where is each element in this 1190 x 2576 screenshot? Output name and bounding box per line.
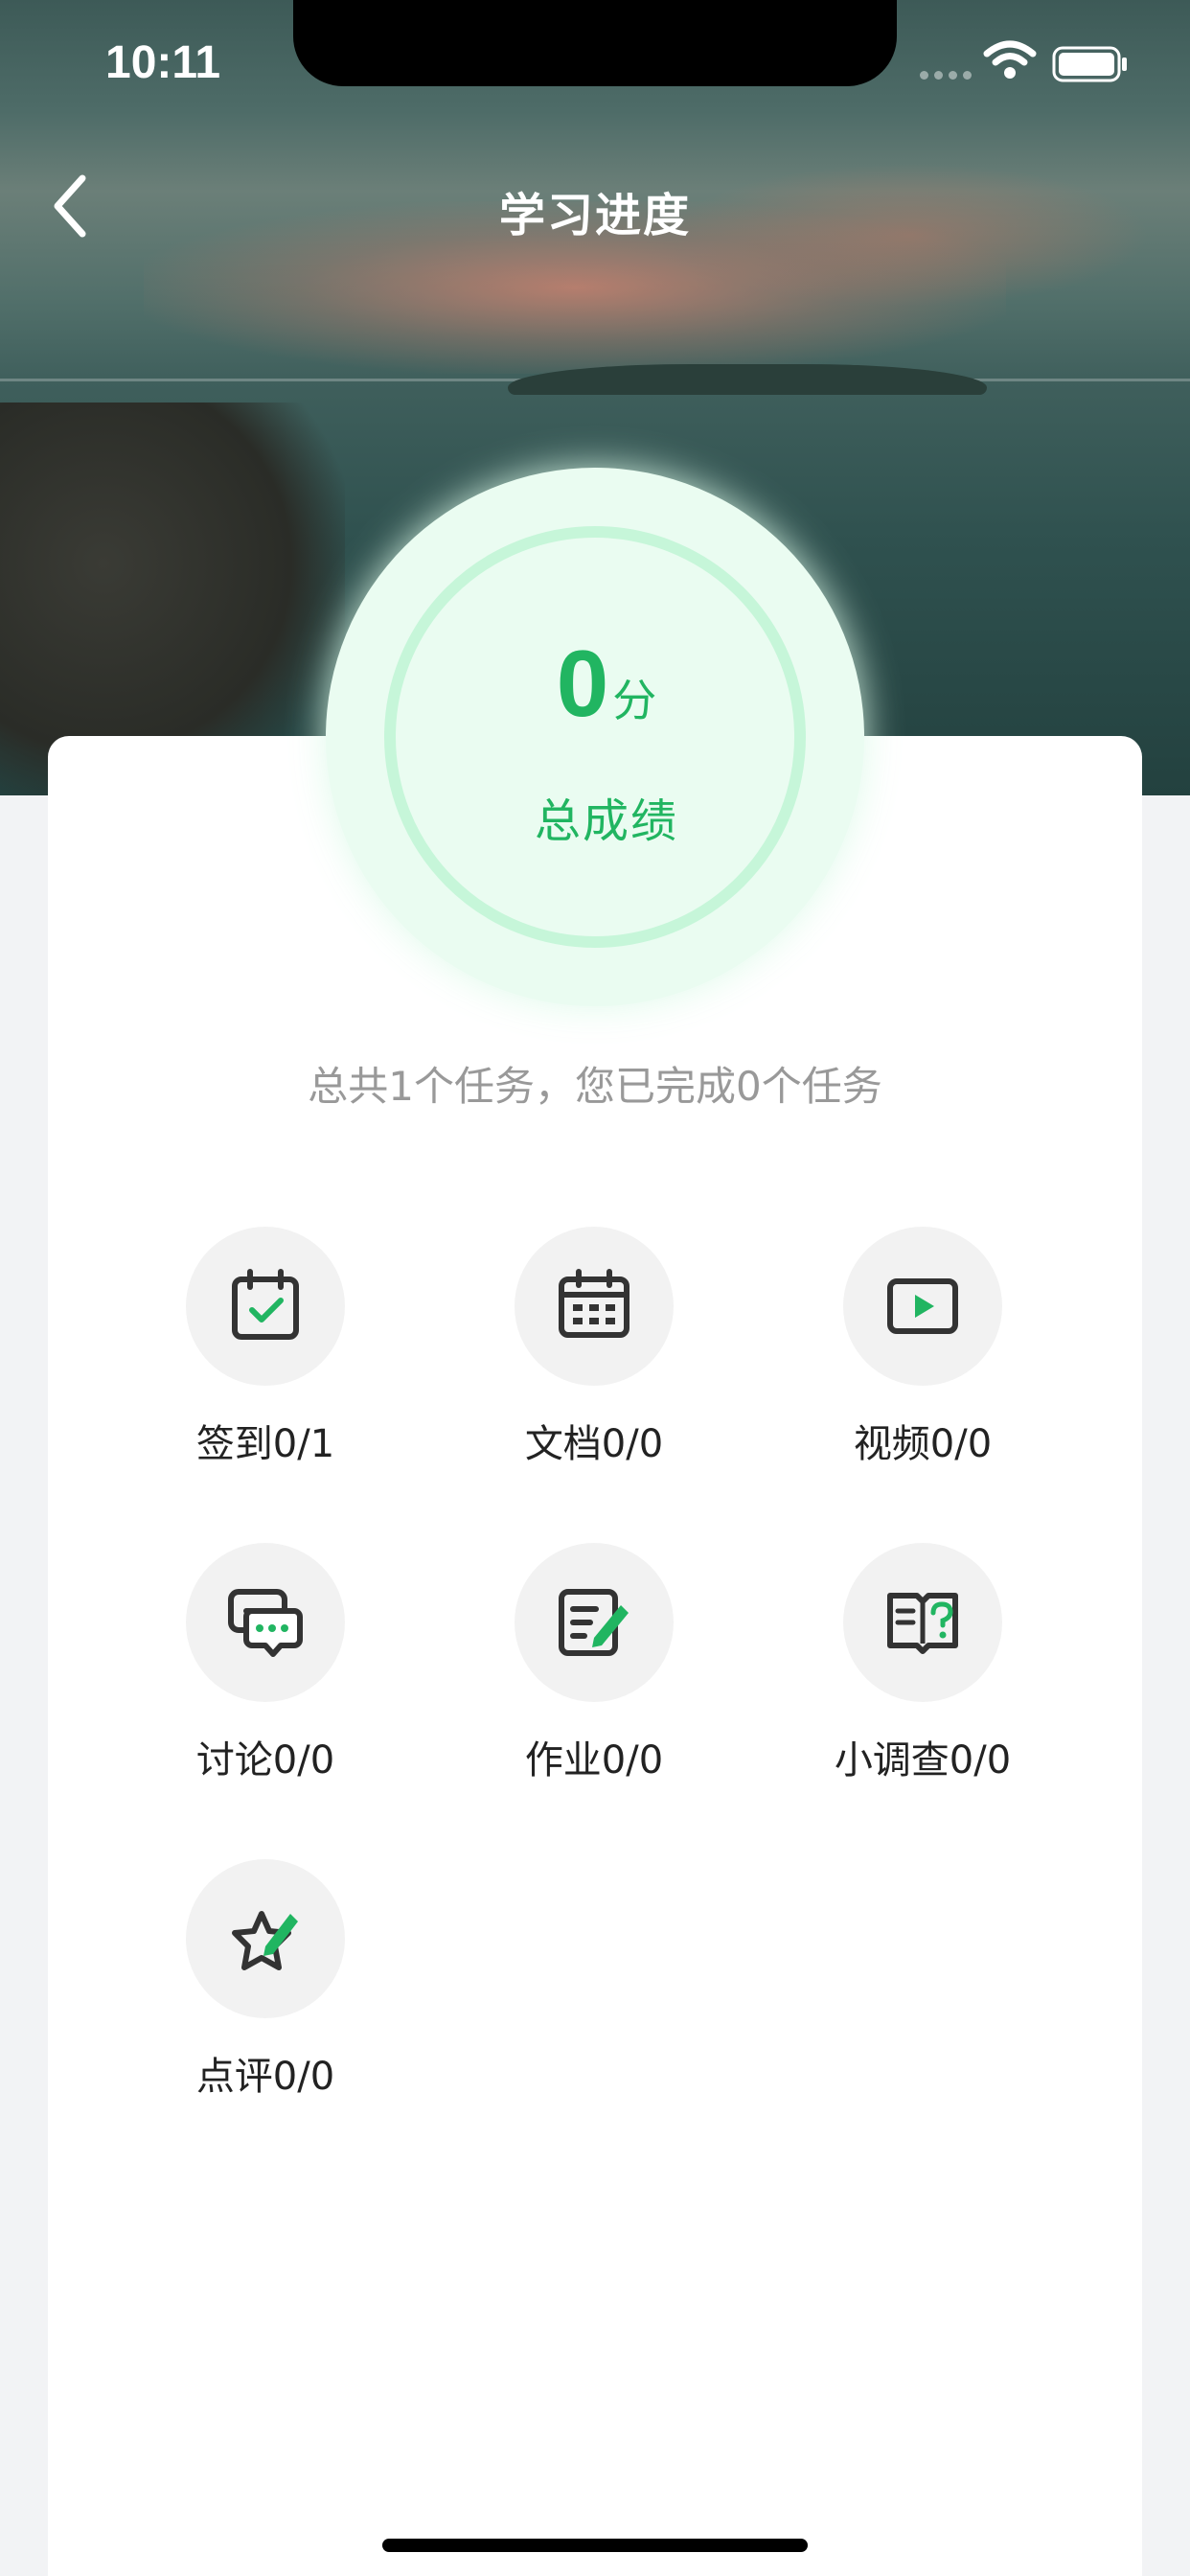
score-label: 总成绩	[534, 794, 678, 848]
task-discussion[interactable]: 讨论0/0	[141, 1543, 390, 1784]
wifi-icon	[983, 40, 1037, 79]
task-checkin[interactable]: 签到0/1	[141, 1227, 390, 1468]
star-edit-icon	[232, 1911, 298, 1970]
task-review[interactable]: 点评0/0	[141, 1859, 390, 2101]
score-ring: 0分 总成绩	[384, 526, 806, 948]
task-survey[interactable]: 小调查0/0	[798, 1543, 1047, 1784]
status-time: 10:11	[105, 37, 221, 88]
device-notch	[293, 0, 897, 86]
task-label: 文档0/0	[524, 1422, 664, 1466]
score-unit: 分	[612, 675, 657, 726]
signal-icon	[920, 71, 977, 80]
survey-question-icon	[887, 1593, 958, 1654]
task-label: 小调查0/0	[834, 1738, 1012, 1782]
task-document[interactable]: 文档0/0	[469, 1227, 719, 1468]
task-label: 点评0/0	[195, 2055, 335, 2099]
task-label: 签到0/1	[195, 1422, 335, 1466]
score-value: 0	[556, 631, 609, 736]
task-video[interactable]: 视频0/0	[798, 1227, 1047, 1468]
score-circle: 0分 总成绩	[326, 468, 864, 1006]
chat-bubbles-icon	[228, 1589, 303, 1657]
task-label: 视频0/0	[853, 1422, 993, 1466]
task-homework[interactable]: 作业0/0	[469, 1543, 719, 1784]
battery-icon	[1052, 46, 1127, 82]
task-label: 作业0/0	[524, 1738, 664, 1782]
home-indicator	[382, 2539, 808, 2552]
calendar-check-icon	[232, 1269, 299, 1340]
document-edit-icon	[559, 1589, 629, 1656]
calendar-grid-icon	[559, 1269, 629, 1338]
task-summary: 总共1个任务，您已完成0个任务	[308, 1063, 882, 1110]
page-title: 学习进度	[498, 189, 691, 242]
video-play-icon	[887, 1278, 958, 1334]
task-label: 讨论0/0	[195, 1738, 335, 1782]
